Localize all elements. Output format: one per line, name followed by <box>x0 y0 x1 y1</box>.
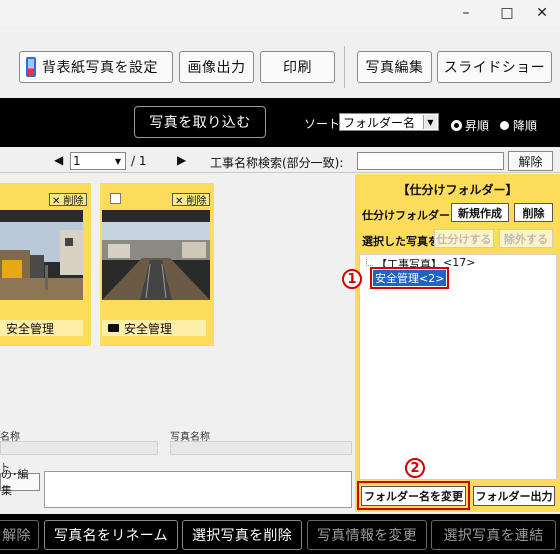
current-page: 1 <box>73 154 81 168</box>
sort-folder-label: 仕分けフォルダー <box>362 209 450 222</box>
search-label: 工事名称検索(部分一致): <box>210 156 344 170</box>
photo-thumbnail[interactable] <box>0 210 83 300</box>
slideshow-label: スライドショー <box>443 60 546 76</box>
image-output-label: 画像出力 <box>187 60 246 76</box>
rename-photo-label: 写真名をリネーム <box>54 528 168 544</box>
set-cover-photo-label: 背表紙写真を設定 <box>42 60 158 76</box>
rename-folder-button[interactable]: フォルダー名を変更 <box>361 486 466 506</box>
edit-button[interactable]: の･編集 <box>0 468 40 497</box>
sort-photos-label: 仕分けする <box>436 232 492 246</box>
photo-thumbnail[interactable] <box>102 210 210 300</box>
card-delete-label: ✕ 削除 <box>52 196 84 207</box>
page-select[interactable]: 1 ▼ <box>70 152 126 170</box>
next-page-icon[interactable]: ▶ <box>177 153 186 167</box>
delete-selected-photos-button[interactable]: 選択写真を削除 <box>182 520 302 550</box>
card-delete-button[interactable]: ✕ 削除 <box>49 193 87 207</box>
import-photos-label: 写真を取り込む <box>149 115 251 131</box>
clear-search-label: 解除 <box>518 154 543 169</box>
link-selected-photos-button[interactable]: 選択写真を連結 <box>431 520 556 550</box>
new-folder-label: 新規作成 <box>458 206 502 220</box>
card-checkbox[interactable] <box>110 193 121 204</box>
photo-edit-button[interactable]: 写真編集 <box>357 51 432 83</box>
set-cover-photo-button[interactable]: 背表紙写真を設定 <box>19 51 173 83</box>
photo-name-field[interactable] <box>170 441 352 455</box>
sort-desc-label: 降順 <box>513 119 538 133</box>
maximize-button[interactable]: □ <box>487 0 527 26</box>
card-folder-text: 安全管理 <box>6 321 55 336</box>
folder-icon <box>108 324 119 332</box>
sort-value: フォルダー名 <box>343 115 416 130</box>
change-photo-info-label: 写真情報を変更 <box>316 528 418 544</box>
change-photo-info-button[interactable]: 写真情報を変更 <box>307 520 427 550</box>
name-field[interactable] <box>0 441 158 455</box>
link-selected-label: 選択写真を連結 <box>443 528 544 544</box>
construction-photo-image <box>0 210 83 300</box>
card-folder-text: 安全管理 <box>124 321 173 336</box>
card-folder-label: 安全管理 <box>102 320 206 336</box>
prev-page-icon[interactable]: ◀ <box>54 153 63 167</box>
panel-title: 【仕分けフォルダー】 <box>397 183 518 197</box>
search-input[interactable] <box>357 152 504 170</box>
edit-button-label: の･編集 <box>1 468 29 497</box>
rename-photo-button[interactable]: 写真名をリネーム <box>44 520 178 550</box>
tree-child-item-selected[interactable]: 安全管理<2> <box>373 270 446 286</box>
print-button[interactable]: 印刷 <box>260 51 335 83</box>
print-label: 印刷 <box>283 60 312 76</box>
card-delete-button[interactable]: ✕ 削除 <box>172 193 210 207</box>
photo-card[interactable]: ✕ 削除 安全管理 <box>100 183 214 346</box>
toolbar-separator <box>344 46 345 88</box>
image-output-button[interactable]: 画像出力 <box>179 51 254 83</box>
comment-textarea[interactable] <box>44 471 352 508</box>
sort-label: ソート <box>304 117 341 131</box>
card-delete-label: ✕ 削除 <box>175 196 207 207</box>
slideshow-button[interactable]: スライドショー <box>437 51 552 83</box>
rename-folder-label: フォルダー名を変更 <box>364 490 463 503</box>
new-folder-button[interactable]: 新規作成 <box>451 203 509 222</box>
delete-folder-button[interactable]: 削除 <box>514 203 553 222</box>
card-folder-label: 安全管理 <box>0 320 83 336</box>
delete-selected-label: 選択写真を削除 <box>191 528 293 544</box>
photo-edit-label: 写真編集 <box>365 60 424 76</box>
sort-select[interactable]: フォルダー名 ▼ <box>339 113 439 131</box>
import-photos-button[interactable]: 写真を取り込む <box>134 106 266 138</box>
tree-line <box>366 259 373 266</box>
construction-photo-image <box>102 210 210 300</box>
chevron-down-icon: ▼ <box>114 156 122 166</box>
phone-icon <box>26 57 36 77</box>
delete-folder-label: 削除 <box>522 206 545 220</box>
callout-number-1: 1 <box>342 269 362 289</box>
exclude-photos-button[interactable]: 除外する <box>499 229 553 248</box>
total-pages: / 1 <box>131 154 147 168</box>
radio-unselected-icon <box>500 121 509 130</box>
selected-photos-label: 選択した写真を <box>362 235 439 248</box>
release-button[interactable]: 解除 <box>0 520 39 550</box>
sort-asc-label: 昇順 <box>465 119 490 133</box>
exclude-photos-label: 除外する <box>504 232 548 246</box>
radio-selected-icon <box>452 121 461 130</box>
sort-desc-radio[interactable]: 降順 <box>500 117 537 134</box>
chevron-down-icon: ▼ <box>423 115 437 129</box>
clear-search-button[interactable]: 解除 <box>508 151 553 171</box>
sort-asc-radio[interactable]: 昇順 <box>452 117 489 134</box>
photo-card[interactable]: ✕ 削除 安全管理 <box>0 183 91 346</box>
folder-output-button[interactable]: フォルダー出力 <box>473 486 555 506</box>
callout-number-2: 2 <box>405 458 425 478</box>
folder-output-label: フォルダー出力 <box>475 490 553 503</box>
minimize-button[interactable]: – <box>446 0 486 26</box>
callout-number-2-text: 2 <box>410 460 420 476</box>
tree-child-label: 安全管理<2> <box>375 272 445 285</box>
callout-number-1-text: 1 <box>347 271 357 287</box>
close-button[interactable]: ✕ <box>522 0 560 26</box>
release-label: 解除 <box>2 528 31 544</box>
sort-photos-button[interactable]: 仕分けする <box>434 229 494 248</box>
